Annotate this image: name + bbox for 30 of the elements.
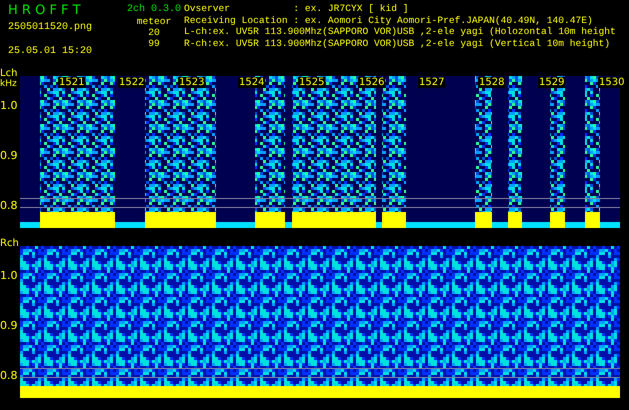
app-title: H R O F F T (8, 3, 82, 19)
channel-label: Lch (0, 68, 18, 79)
time-label: 1521 (58, 77, 86, 88)
time-label: 1524 (238, 77, 266, 88)
meteor-count: 99 (148, 38, 160, 49)
station-info-line: R-ch:ex. UV5R 113.900Mhz(SAPPORO VOR)USB ,2-ele yagi (Vertical 10m height) (184, 38, 612, 49)
axis-tick-label: 0.9 (0, 150, 18, 162)
channel-label: Rch (0, 238, 20, 249)
axis-tick-label: 1.0 (0, 270, 18, 282)
version-label: 2ch 0.3.0 (126, 3, 181, 16)
axis-tick-label: 0.8 (0, 370, 18, 382)
file-name: 2505011520.png (8, 22, 94, 33)
time-label: 1522 (118, 77, 146, 88)
axis-tick-label: 0.9 (0, 320, 18, 332)
time-label: 1523 (178, 77, 206, 88)
unit-label: kHz (0, 79, 18, 89)
time-label: 1525 (298, 77, 326, 88)
axis-tick-label: 0.8 (0, 200, 18, 212)
time-label: 1530 (598, 77, 626, 88)
station-info-line: L-ch:ex. UV5R 113.900Mhz(SAPPORO VOR)USB ,2-ele yagi (Holozontal 10m height (184, 26, 616, 38)
time-label: 1528 (478, 77, 506, 88)
axis-tick-label: 1.0 (0, 100, 18, 112)
station-info-line: Receiving Location : ex. Aomori City Aomori-Pref.JAPAN(40.49N, 140.47E) (184, 14, 594, 26)
time-label: 1529 (538, 77, 566, 88)
time-label: 1527 (418, 77, 446, 88)
meteor-label: meteor (136, 16, 172, 27)
time-label: 1526 (358, 77, 386, 88)
station-info-line: Ovserver : ex. JR7CYX [ kid ] (184, 3, 410, 14)
meteor-count: 20 (148, 27, 160, 38)
date-time: 25.05.01 15:20 (8, 46, 94, 57)
